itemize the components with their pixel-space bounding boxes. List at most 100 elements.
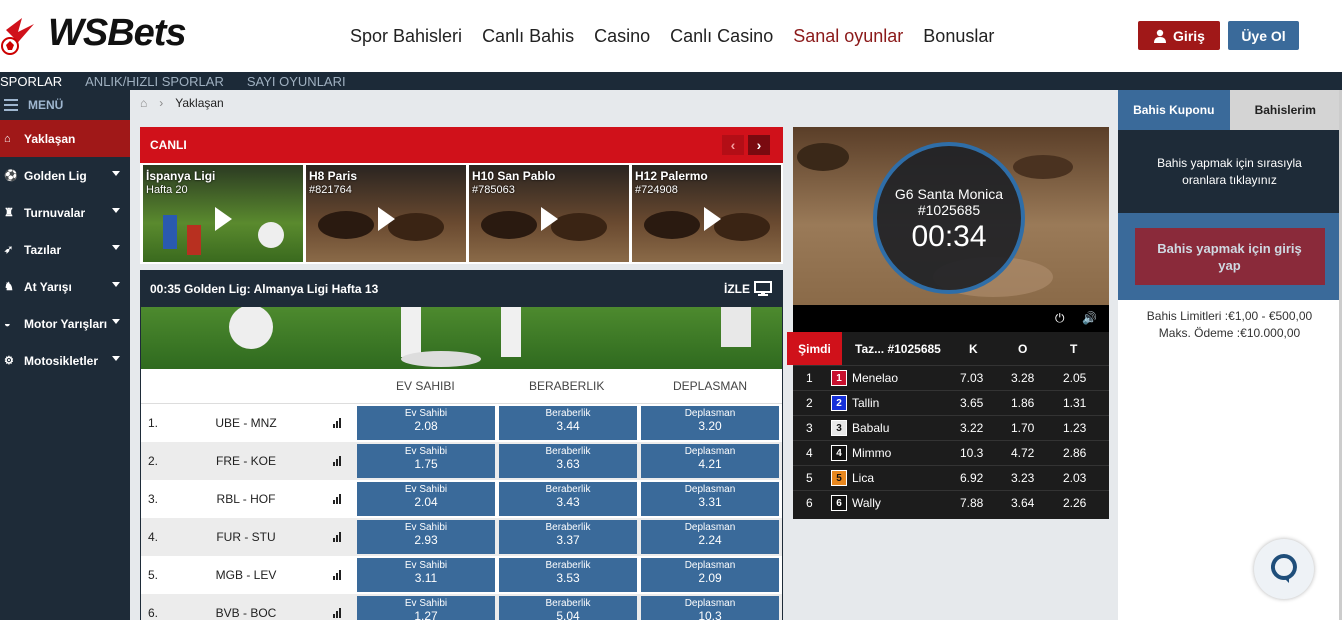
logo[interactable]: WSBets: [0, 12, 210, 56]
match-teams[interactable]: FUR - STU: [201, 530, 291, 544]
nav-canli-casino[interactable]: Canlı Casino: [670, 26, 773, 47]
odds-show[interactable]: 1.31: [1063, 396, 1086, 410]
match-teams[interactable]: MGB - LEV: [201, 568, 291, 582]
live-card[interactable]: H8 Paris #821764: [306, 165, 466, 262]
race-video[interactable]: G6 Santa Monica #1025685 00:34: [793, 127, 1109, 305]
subnav-sporlar[interactable]: SPORLAR: [0, 74, 62, 89]
odds-button[interactable]: Beraberlik 5.04: [499, 596, 637, 620]
race-runner-row: 1 1 Menelao 7.03 3.28 2.05: [793, 365, 1109, 390]
tab-now[interactable]: Şimdi: [787, 332, 842, 365]
sidebar-item-turnuvalar[interactable]: ♜ Turnuvalar: [0, 194, 130, 231]
watch-button[interactable]: İZLE: [724, 281, 772, 296]
stats-icon[interactable]: [333, 456, 341, 466]
betslip-info: Bahis yapmak için sırasıyla oranlara tık…: [1118, 130, 1341, 213]
odds-button[interactable]: Deplasman 2.24: [641, 520, 779, 554]
odds-show[interactable]: 1.23: [1063, 421, 1086, 435]
volume-icon[interactable]: 🔊: [1082, 311, 1097, 325]
nav-spor-bahisleri[interactable]: Spor Bahisleri: [350, 26, 462, 47]
odds-place[interactable]: 3.23: [1011, 471, 1034, 485]
odds-button[interactable]: Deplasman 3.20: [641, 406, 779, 440]
prev-arrow-icon[interactable]: ‹: [722, 135, 744, 155]
subnav-sayi-oyunlari[interactable]: SAYI OYUNLARI: [247, 74, 346, 89]
betslip-login-button[interactable]: Bahis yapmak için giriş yap: [1134, 228, 1325, 285]
sidebar-item-yaklasan[interactable]: ⌂ Yaklaşan: [0, 120, 130, 157]
live-title: CANLI: [150, 138, 187, 152]
odds-button[interactable]: Beraberlik 3.44: [499, 406, 637, 440]
stats-icon[interactable]: [333, 494, 341, 504]
odds-button[interactable]: Deplasman 3.31: [641, 482, 779, 516]
stats-icon[interactable]: [333, 570, 341, 580]
odds-button[interactable]: Ev Sahibi 2.08: [357, 406, 495, 440]
odds-show[interactable]: 2.86: [1063, 446, 1086, 460]
odds-place[interactable]: 3.28: [1011, 371, 1034, 385]
odds-show[interactable]: 2.26: [1063, 496, 1086, 510]
sidebar-item-motor-yarislari[interactable]: ◒ Motor Yarışları: [0, 305, 130, 342]
odds-show[interactable]: 2.05: [1063, 371, 1086, 385]
odds-win[interactable]: 7.03: [960, 371, 983, 385]
odds-button[interactable]: Beraberlik 3.43: [499, 482, 637, 516]
match-teams[interactable]: RBL - HOF: [201, 492, 291, 506]
stats-icon[interactable]: [333, 532, 341, 542]
odds-place[interactable]: 1.70: [1011, 421, 1034, 435]
menu-header[interactable]: MENÜ: [0, 90, 130, 120]
runner-position: 2: [806, 396, 813, 410]
nav-canli-bahis[interactable]: Canlı Bahis: [482, 26, 574, 47]
stats-icon[interactable]: [333, 608, 341, 618]
row-number: 6.: [148, 606, 159, 620]
match-teams[interactable]: BVB - BOC: [201, 606, 291, 620]
runner-silk: 4: [831, 445, 847, 461]
odds-show[interactable]: 2.03: [1063, 471, 1086, 485]
monitor-icon: [754, 281, 772, 296]
login-button[interactable]: Giriş: [1138, 21, 1220, 50]
match-title: 00:35 Golden Lig: Almanya Ligi Hafta 13: [150, 282, 379, 296]
next-arrow-icon[interactable]: ›: [748, 135, 770, 155]
runner-position: 6: [806, 496, 813, 510]
home-icon[interactable]: ⌂: [140, 96, 147, 110]
match-teams[interactable]: FRE - KOE: [201, 454, 291, 468]
odds-button[interactable]: Ev Sahibi 2.93: [357, 520, 495, 554]
odds-win[interactable]: 7.88: [960, 496, 983, 510]
odds-place[interactable]: 4.72: [1011, 446, 1034, 460]
odds-button[interactable]: Beraberlik 3.53: [499, 558, 637, 592]
odds-button[interactable]: Ev Sahibi 2.04: [357, 482, 495, 516]
sidebar-item-label: At Yarışı: [24, 279, 72, 294]
row-number: 4.: [148, 530, 159, 544]
tab-bahis-kuponu[interactable]: Bahis Kuponu: [1118, 90, 1230, 130]
nav-bonuslar[interactable]: Bonuslar: [923, 26, 994, 47]
odds-button[interactable]: Ev Sahibi 1.27: [357, 596, 495, 620]
sidebar-item-motosikletler[interactable]: ⚙ Motosikletler: [0, 342, 130, 379]
nav-casino[interactable]: Casino: [594, 26, 650, 47]
odds-win[interactable]: 3.65: [960, 396, 983, 410]
odds-label: Ev Sahibi: [404, 408, 448, 419]
chat-button[interactable]: [1254, 539, 1314, 599]
trophy-icon: ♜: [4, 207, 14, 219]
live-card[interactable]: İspanya Ligi Hafta 20: [143, 165, 303, 262]
odds-place[interactable]: 1.86: [1011, 396, 1034, 410]
odds-button[interactable]: Deplasman 4.21: [641, 444, 779, 478]
power-icon[interactable]: ⏻: [1055, 311, 1065, 326]
odds-place[interactable]: 3.64: [1011, 496, 1034, 510]
stats-icon[interactable]: [333, 418, 341, 428]
odds-button[interactable]: Deplasman 2.09: [641, 558, 779, 592]
signup-button[interactable]: Üye Ol: [1228, 21, 1299, 50]
odds-button[interactable]: Ev Sahibi 3.11: [357, 558, 495, 592]
motorcycle-icon: ⚙: [4, 355, 14, 367]
odds-win[interactable]: 10.3: [960, 446, 983, 460]
subnav-anlik-hizli-sporlar[interactable]: ANLIK/HIZLI SPORLAR: [85, 74, 224, 89]
sidebar-item-tazilar[interactable]: ➶ Tazılar: [0, 231, 130, 268]
odds-win[interactable]: 3.22: [960, 421, 983, 435]
odds-button[interactable]: Beraberlik 3.63: [499, 444, 637, 478]
match-teams[interactable]: UBE - MNZ: [201, 416, 291, 430]
race-odds-table: Şimdi Taz... #1025685 K O T 1 1 Menelao 7.0…: [787, 332, 1109, 519]
odds-win[interactable]: 6.92: [960, 471, 983, 485]
odds-button[interactable]: Deplasman 10.3: [641, 596, 779, 620]
live-card[interactable]: H12 Palermo #724908: [632, 165, 781, 262]
odds-button[interactable]: Ev Sahibi 1.75: [357, 444, 495, 478]
odds-button[interactable]: Beraberlik 3.37: [499, 520, 637, 554]
tab-bahislerim[interactable]: Bahislerim: [1229, 90, 1341, 130]
live-card[interactable]: H10 San Pablo #785063: [469, 165, 629, 262]
nav-sanal-oyunlar[interactable]: Sanal oyunlar: [793, 26, 903, 47]
betslip-tabs: Bahis Kuponu Bahislerim: [1118, 90, 1341, 130]
sidebar-item-at-yarisi[interactable]: ♞ At Yarışı: [0, 268, 130, 305]
sidebar-item-golden-lig[interactable]: ⚽ Golden Lig: [0, 157, 130, 194]
